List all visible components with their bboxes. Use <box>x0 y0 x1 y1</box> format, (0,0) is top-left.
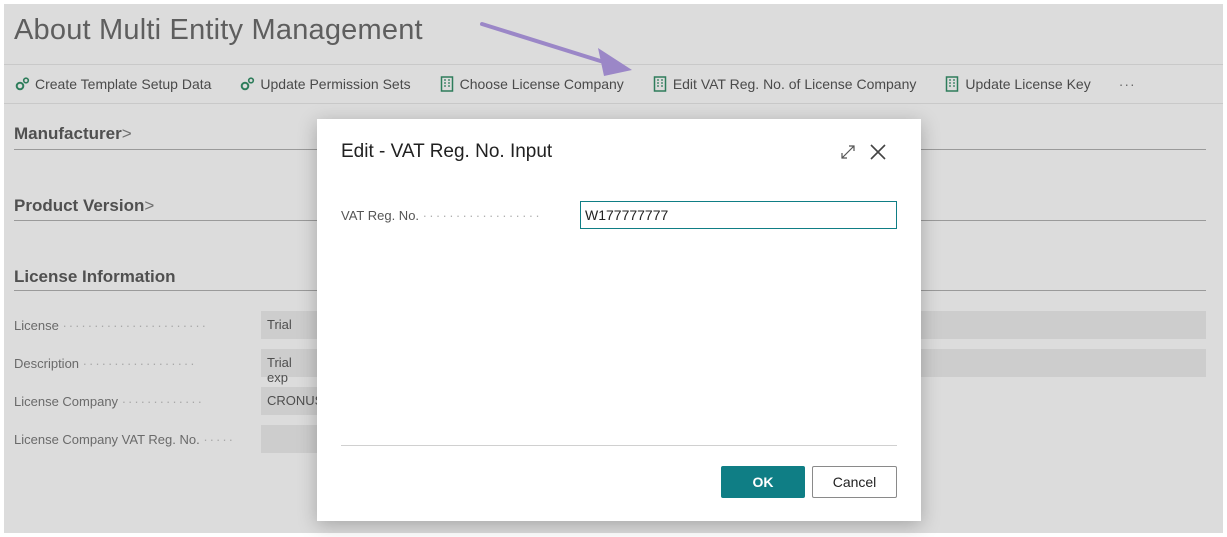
section-title: License Information <box>14 267 176 286</box>
field-value-license-company: CRONUS <box>261 387 321 415</box>
action-label: Choose License Company <box>459 76 624 92</box>
setup-gear-icon <box>14 76 30 92</box>
dialog-divider <box>341 445 897 446</box>
section-manufacturer[interactable]: Manufacturer> <box>14 124 132 144</box>
field-label-license-company-vat: License Company VAT Reg. No. ····· <box>14 432 235 447</box>
action-bar: Create Template Setup Data Update Permis… <box>4 64 1223 104</box>
chevron-right-icon: > <box>121 124 132 143</box>
section-title: Product Version <box>14 196 145 215</box>
building-icon <box>944 76 960 92</box>
section-license-information: License Information <box>14 267 176 287</box>
expand-icon[interactable] <box>837 141 859 163</box>
vat-reg-no-label: VAT Reg. No. ·················· <box>341 208 542 223</box>
building-icon <box>652 76 668 92</box>
action-edit-vat-reg-no[interactable]: Edit VAT Reg. No. of License Company <box>652 76 917 92</box>
close-icon[interactable] <box>867 141 889 163</box>
ok-button[interactable]: OK <box>721 466 805 498</box>
field-value-description: Trial exp <box>261 349 321 385</box>
section-title: Manufacturer <box>14 124 122 143</box>
vat-reg-no-input[interactable] <box>580 201 897 229</box>
action-choose-license-company[interactable]: Choose License Company <box>439 76 624 92</box>
field-value-extension <box>920 311 1206 339</box>
dialog-title: Edit - VAT Reg. No. Input <box>341 141 553 162</box>
action-update-license-key[interactable]: Update License Key <box>944 76 1091 92</box>
action-update-permission-sets[interactable]: Update Permission Sets <box>239 76 411 92</box>
field-label-license-company: License Company ············· <box>14 394 204 409</box>
field-value-license-company-vat <box>261 425 321 453</box>
edit-vat-dialog: Edit - VAT Reg. No. Input VAT Reg. No. ·… <box>317 119 921 521</box>
building-icon <box>439 76 455 92</box>
setup-gear-icon <box>239 76 255 92</box>
section-product-version[interactable]: Product Version> <box>14 196 154 216</box>
action-label: Edit VAT Reg. No. of License Company <box>672 76 917 92</box>
action-label: Update License Key <box>965 76 1091 92</box>
cancel-button[interactable]: Cancel <box>812 466 897 498</box>
more-actions-button[interactable]: ··· <box>1119 76 1136 92</box>
page-title: About Multi Entity Management <box>14 14 423 46</box>
action-label: Update Permission Sets <box>260 76 411 92</box>
action-label: Create Template Setup Data <box>35 76 212 92</box>
field-value-license: Trial <box>261 311 321 339</box>
field-value-extension <box>920 349 1206 377</box>
action-create-template-setup-data[interactable]: Create Template Setup Data <box>14 76 211 92</box>
field-label-license: License ······················· <box>14 318 209 333</box>
chevron-right-icon: > <box>144 196 155 215</box>
field-label-description: Description ·················· <box>14 356 197 371</box>
